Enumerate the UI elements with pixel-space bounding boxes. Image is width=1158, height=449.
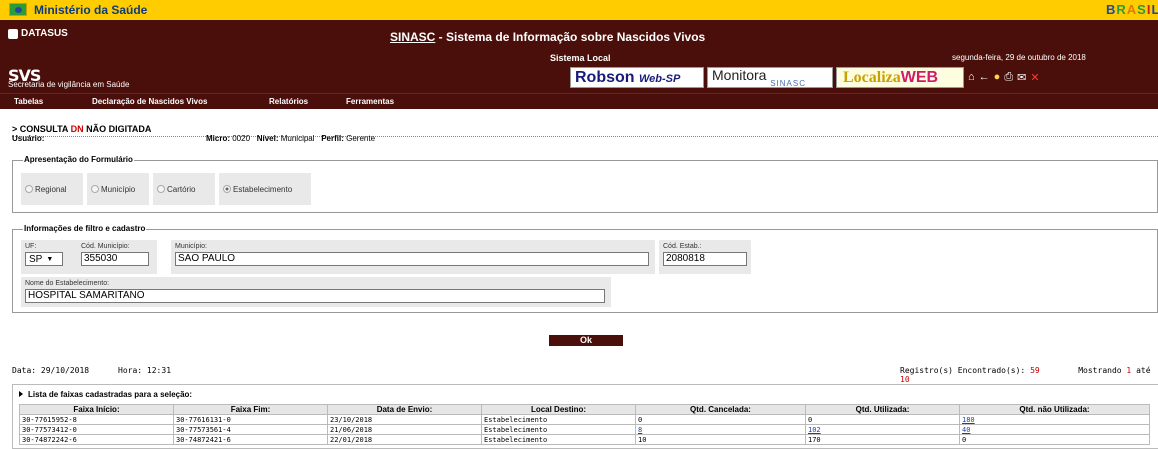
col-header: Data de Envio:: [327, 404, 482, 415]
table-cell: 23/10/2018: [327, 414, 482, 425]
table-cell: Estabelecimento: [481, 414, 636, 425]
table-cell: 30-74872421-6: [173, 434, 328, 445]
app-title: SINASC - Sistema de Informação sobre Nas…: [390, 30, 706, 44]
col-header: Local Destino:: [481, 404, 636, 415]
table-cell: 180: [959, 414, 1150, 425]
nome-estab-field-group: Nome do Estabelecimento: HOSPITAL SAMARI…: [21, 277, 611, 307]
table-cell: 0: [805, 414, 960, 425]
radio-circle-icon[interactable]: [25, 185, 33, 193]
cell-link[interactable]: 180: [962, 416, 975, 424]
micro-info: Micro: 0020 Nível: Municipal Perfil: Ger…: [206, 134, 376, 143]
table-cell: 102: [805, 424, 960, 435]
current-date: segunda-feira, 29 de outubro de 2018: [952, 53, 1086, 62]
table-row: 30-77573412-0 30-77573561-4 21/06/2018 Esta…: [19, 424, 1150, 435]
caret-right-icon: [19, 391, 23, 397]
col-header: Qtd. Cancelada:: [635, 404, 806, 415]
cod-estab-field-group: Cód. Estab.: 2080818: [659, 240, 751, 274]
print-icon[interactable]: ⎙: [1004, 71, 1013, 84]
cell-link[interactable]: 102: [808, 426, 821, 434]
nome-estab-input[interactable]: HOSPITAL SAMARITANO: [25, 289, 605, 303]
table-cell: 30-77615952-8: [19, 414, 174, 425]
table-cell: 10: [635, 434, 806, 445]
table-cell: 30-77573561-4: [173, 424, 328, 435]
col-header: Faixa Início:: [19, 404, 174, 415]
cod-municipio-input[interactable]: 355030: [81, 252, 149, 266]
table-cell: 21/06/2018: [327, 424, 482, 435]
table-cell: 0: [635, 414, 806, 425]
menu-item-relatorios[interactable]: Relatórios: [269, 97, 308, 106]
app-header: DATASUS SINASC - Sistema de Informação s…: [0, 20, 1158, 93]
menu-item-ferramentas[interactable]: Ferramentas: [346, 97, 394, 106]
menu-item-declaracao[interactable]: Declaração de Nascidos Vivos: [92, 97, 207, 106]
divider: [12, 136, 1158, 137]
table-row: 30-77615952-8 30-77616131-0 23/10/2018 Esta…: [19, 414, 1150, 425]
filter-legend: Informações de filtro e cadastro: [23, 224, 147, 233]
col-header: Faixa Fim:: [173, 404, 328, 415]
table-cell: 22/01/2018: [327, 434, 482, 445]
radio-cartorio[interactable]: Cartório: [153, 173, 215, 205]
mail-icon[interactable]: ✉: [1017, 71, 1026, 84]
system-local-label: Sistema Local: [550, 53, 611, 63]
table-cell: 8: [635, 424, 806, 435]
radio-checked-icon[interactable]: [223, 185, 231, 193]
brasil-logo: B R A S I L: [1106, 2, 1158, 17]
ranges-table: Faixa Início: Faixa Fim: Data de Envio: …: [19, 404, 1150, 445]
municipio-field-group: Município: SAO PAULO: [171, 240, 655, 274]
cod-municipio-field-group: Cód. Município: 355030: [77, 240, 157, 274]
datasus-logo: DATASUS: [8, 28, 68, 39]
form-presentation-legend: Apresentação do Formulário: [23, 155, 134, 164]
table-cell: 170: [805, 434, 960, 445]
table-cell: 30-77573412-0: [19, 424, 174, 435]
cell-link[interactable]: 40: [962, 426, 970, 434]
cell-link[interactable]: 8: [638, 426, 642, 434]
table-cell: 0: [959, 434, 1150, 445]
cod-estab-input[interactable]: 2080818: [663, 252, 747, 266]
table-cell: 30-77616131-0: [173, 414, 328, 425]
ministry-title: Ministério da Saúde: [34, 3, 148, 17]
table-cell: Estabelecimento: [481, 424, 636, 435]
uf-field-group: UF: SP ▼: [21, 240, 83, 274]
menu-item-tabelas[interactable]: Tabelas: [14, 97, 43, 106]
robson-web-sp-banner[interactable]: Robson Web-SP: [570, 67, 704, 88]
municipio-input[interactable]: SAO PAULO: [175, 252, 649, 266]
lightbulb-icon[interactable]: ●: [994, 71, 1001, 84]
close-icon[interactable]: ✕: [1030, 71, 1039, 84]
radio-circle-icon[interactable]: [157, 185, 165, 193]
records-info: Registro(s) Encontrado(s): 59 Mostrando …: [900, 366, 1151, 384]
uf-select[interactable]: SP ▼: [25, 252, 63, 266]
ranges-list-panel: Lista de faixas cadastradas para a seleç…: [12, 384, 1158, 449]
monitora-sinasc-banner[interactable]: Monitora SINASC: [707, 67, 833, 88]
svs-full-name: Secretaria de vigilância em Saúde: [8, 80, 130, 89]
table-cell: 30-74872242-6: [19, 434, 174, 445]
radio-estabelecimento[interactable]: Estabelecimento: [219, 173, 311, 205]
gov-top-bar: Ministério da Saúde B R A S I L: [0, 0, 1158, 20]
table-cell: 40: [959, 424, 1150, 435]
page-title: > CONSULTA DN NÃO DIGITADA: [12, 124, 152, 134]
toolbar-icons: ⌂ ← ● ⎙ ✉ ✕: [968, 71, 1040, 84]
radio-regional[interactable]: Regional: [21, 173, 83, 205]
date-time-line: Data: 29/10/2018 Hora: 12:31: [12, 366, 172, 375]
filter-fieldset: Informações de filtro e cadastro UF: SP ▼…: [12, 224, 1158, 313]
ok-button[interactable]: Ok: [549, 335, 623, 346]
table-row: 30-74872242-6 30-74872421-6 22/01/2018 Esta…: [19, 434, 1150, 445]
radio-municipio[interactable]: Município: [87, 173, 149, 205]
form-presentation-fieldset: Apresentação do Formulário Regional Muni…: [12, 155, 1158, 213]
radio-circle-icon[interactable]: [91, 185, 99, 193]
home-icon[interactable]: ⌂: [968, 71, 975, 84]
chevron-down-icon: ▼: [46, 255, 54, 263]
localiza-web-banner[interactable]: LocalizaWEB: [836, 67, 964, 88]
list-title[interactable]: Lista de faixas cadastradas para a seleç…: [19, 390, 192, 399]
main-menu: Tabelas Declaração de Nascidos Vivos Rel…: [0, 93, 1158, 109]
user-info: Usuário:: [12, 134, 45, 143]
table-cell: Estabelecimento: [481, 434, 636, 445]
datasus-icon: [8, 28, 18, 39]
col-header: Qtd. Utilizada:: [805, 404, 960, 415]
col-header: Qtd. não Utilizada:: [959, 404, 1150, 415]
brazil-flag-icon: [9, 3, 27, 16]
back-arrow-icon[interactable]: ←: [979, 71, 990, 84]
